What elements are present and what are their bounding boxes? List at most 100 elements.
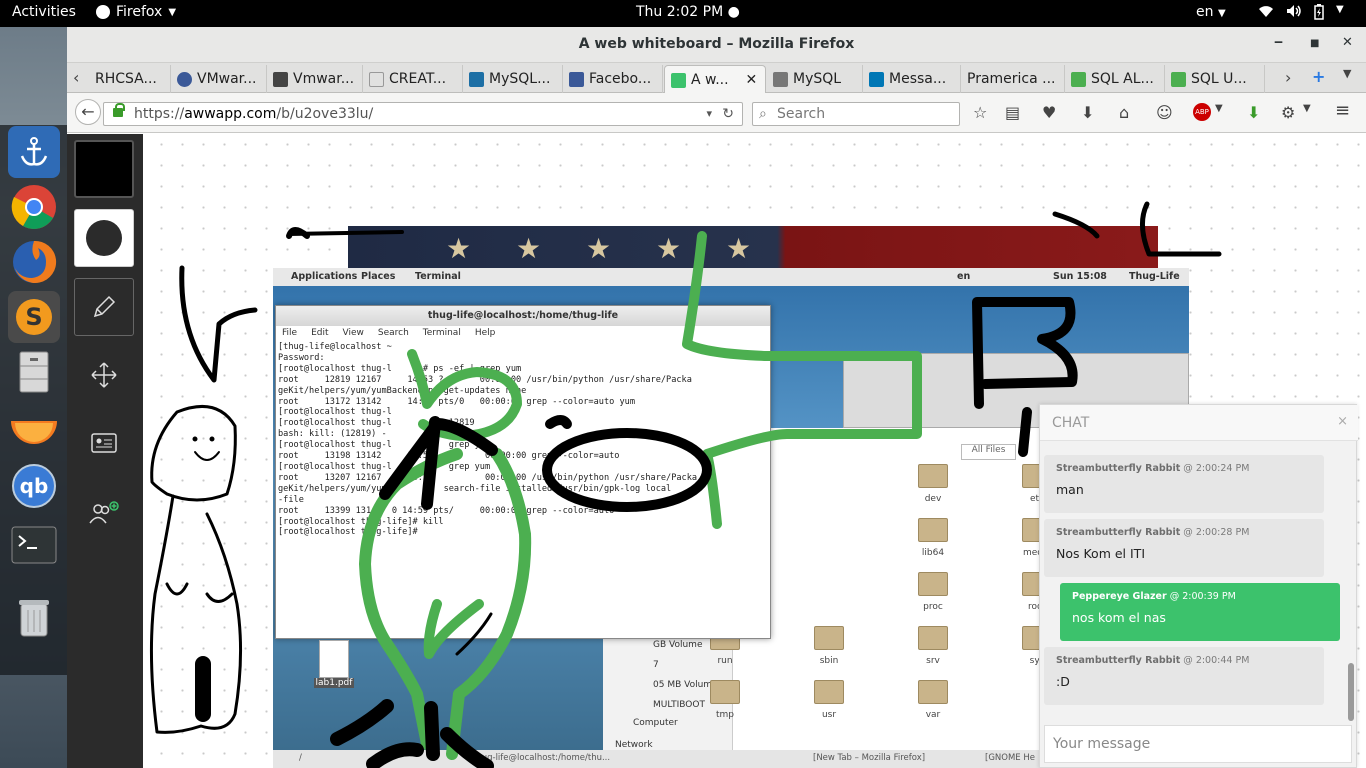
adblock-icon[interactable]: ABP [1193, 103, 1211, 121]
chat-message-text: man [1056, 482, 1084, 497]
firefox-icon[interactable] [8, 236, 60, 288]
activities-button[interactable]: Activities [12, 4, 76, 20]
chevron-down-icon[interactable]: ▼ [1215, 103, 1223, 114]
tab-label: Messa... [889, 71, 947, 87]
tab-label: RHCSA... [95, 71, 157, 87]
extension-icon[interactable]: ⚙ [1281, 103, 1295, 122]
tab-label: Pramerica ... [967, 71, 1056, 87]
tab-facebook[interactable]: Facebo... [563, 65, 663, 93]
new-tab-icon[interactable]: + [1312, 67, 1325, 86]
tab-sql-alter[interactable]: SQL AL... [1065, 65, 1165, 93]
orange-slice-icon[interactable] [8, 405, 60, 457]
reading-list-icon[interactable]: ▤ [1005, 103, 1020, 122]
ink-stroke [209, 436, 215, 442]
bookmark-star-icon[interactable]: ☆ [973, 103, 987, 122]
tab-linkedin[interactable]: Messa... [863, 65, 961, 93]
close-chat-button[interactable]: × [1337, 414, 1348, 429]
mysql-icon [469, 71, 484, 87]
chat-bubble-icon[interactable]: ☺ [1156, 103, 1173, 122]
hamburger-menu-icon[interactable]: ≡ [1335, 100, 1350, 121]
window-title: A web whiteboard – Mozilla Firefox [578, 36, 855, 52]
tab-pramerica[interactable]: Pramerica ... [961, 65, 1065, 93]
svg-text:qb: qb [20, 474, 49, 498]
system-status-area[interactable]: ▼ [1258, 4, 1344, 24]
chevron-down-icon: ▼ [1336, 4, 1344, 15]
chat-message: Streambutterfly Rabbit @ 2:00:24 PM man [1044, 455, 1324, 513]
tab-awwapp-active[interactable]: A w... ✕ [664, 65, 766, 94]
chat-author: Streambutterfly Rabbit [1056, 655, 1181, 666]
keyboard-layout[interactable]: en ▼ [1196, 4, 1226, 20]
chat-messages[interactable]: Streambutterfly Rabbit @ 2:00:24 PM man … [1040, 441, 1358, 721]
tab-label: A w... [691, 72, 729, 88]
chevron-down-icon: ▼ [1217, 8, 1226, 19]
tab-label: Facebo... [589, 71, 652, 87]
tab-sql-update[interactable]: SQL U... [1165, 65, 1265, 93]
url-bar[interactable]: https://awwapp.com/b/u2ove33lu/ ▾ ↻ [103, 102, 743, 126]
volume-icon [1286, 4, 1302, 24]
anchor-app-icon[interactable] [8, 126, 60, 178]
clock[interactable]: Thu 2:02 PM ● [636, 4, 740, 20]
chat-time: @ 2:00:24 PM [1183, 463, 1250, 474]
battery-icon [1314, 4, 1324, 24]
chat-scrollbar[interactable] [1348, 663, 1354, 721]
chat-header[interactable]: CHAT × [1040, 405, 1358, 441]
chat-message-text: :D [1056, 674, 1070, 689]
reload-icon[interactable]: ↻ [722, 103, 734, 125]
ink-stroke [421, 416, 441, 510]
close-button[interactable]: ✕ [1342, 35, 1353, 50]
wifi-icon [1258, 4, 1274, 24]
file-cabinet-icon[interactable] [8, 346, 60, 398]
tab-vmware-1[interactable]: VMwar... [171, 65, 267, 93]
tab-scroll-left-icon[interactable]: ‹ [73, 68, 79, 87]
ink-stroke [192, 436, 198, 442]
tab-mysql-2[interactable]: MySQL [767, 65, 863, 93]
url-host: awwapp.com [184, 106, 277, 122]
download-helper-icon[interactable]: ⬇ [1247, 103, 1260, 122]
vmware-icon [273, 71, 288, 87]
close-tab-icon[interactable]: ✕ [746, 72, 758, 88]
tab-create[interactable]: CREAT... [363, 65, 463, 93]
ink-stroke [165, 582, 234, 603]
chat-message-meta: Streambutterfly Rabbit @ 2:00:28 PM [1056, 527, 1312, 538]
window-titlebar[interactable]: A web whiteboard – Mozilla Firefox ‒ ■ ✕ [67, 27, 1366, 63]
home-icon[interactable]: ⌂ [1119, 103, 1129, 122]
chat-message-input[interactable]: Your message [1044, 725, 1352, 763]
chevron-down-icon[interactable]: ▼ [1303, 103, 1311, 114]
tab-bar: ‹ RHCSA... VMwar... Vmwar... CREAT... My… [67, 63, 1366, 94]
tab-mysql-1[interactable]: MySQL... [463, 65, 563, 93]
navigation-bar: ← https://awwapp.com/b/u2ove33lu/ ▾ ↻ ⌕ … [67, 93, 1366, 133]
ink-stroke [179, 265, 258, 383]
chat-message-meta: Peppereye Glazer @ 2:00:39 PM [1072, 591, 1328, 602]
chat-message: Streambutterfly Rabbit @ 2:00:44 PM :D [1044, 647, 1324, 705]
maximize-button[interactable]: ■ [1310, 38, 1319, 49]
chat-message-text: Nos Kom el ITI [1056, 546, 1146, 561]
search-input[interactable]: ⌕ Search [752, 102, 960, 126]
lock-icon [113, 103, 125, 117]
pocket-icon[interactable]: ♥ [1042, 103, 1056, 122]
ink-stroke [150, 404, 237, 502]
ink-stroke [682, 231, 922, 529]
firefox-window: A web whiteboard – Mozilla Firefox ‒ ■ ✕… [67, 27, 1366, 768]
downloads-icon[interactable]: ⬇ [1081, 103, 1094, 122]
url-dropdown-icon[interactable]: ▾ [706, 103, 712, 125]
clock-label: Thu 2:02 PM [636, 4, 724, 20]
tab-label: MySQL... [489, 71, 551, 87]
sublime-text-icon[interactable]: S [8, 291, 60, 343]
url-scheme: https:// [134, 106, 185, 122]
whiteboard-canvas[interactable]: ★ ★ ★ ★ ★ Applications Places Terminal e… [67, 134, 1366, 768]
tab-vmware-2[interactable]: Vmwar... [267, 65, 363, 93]
app-menu[interactable]: Firefox ▼ [96, 4, 176, 20]
qbittorrent-icon[interactable]: qb [8, 460, 60, 512]
ink-stroke [287, 230, 404, 236]
chrome-icon[interactable] [8, 181, 60, 233]
tab-scroll-right-icon[interactable]: › [1285, 68, 1291, 87]
chat-message: Streambutterfly Rabbit @ 2:00:28 PM Nos … [1044, 519, 1324, 577]
trash-icon[interactable] [8, 592, 60, 644]
list-all-tabs-icon[interactable]: ▼ [1343, 67, 1351, 80]
tab-rhcsa[interactable]: RHCSA... [89, 65, 171, 93]
ink-stroke [542, 428, 712, 512]
back-button[interactable]: ← [75, 99, 101, 125]
terminal-icon[interactable] [8, 519, 60, 571]
minimize-button[interactable]: ‒ [1274, 35, 1283, 50]
ink-stroke [330, 699, 494, 768]
